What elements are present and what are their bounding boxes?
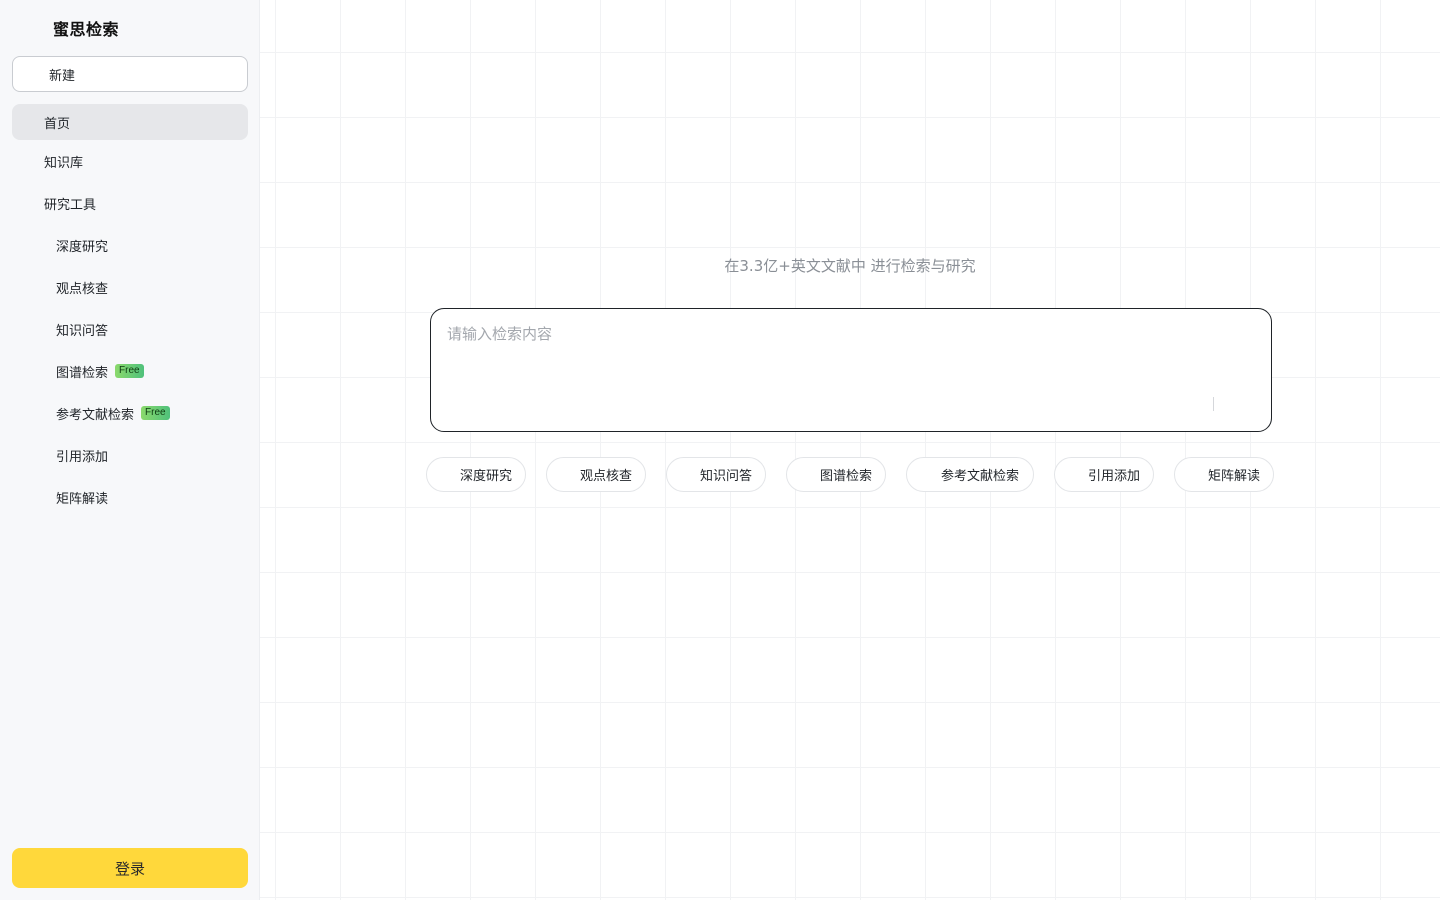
- chip-deep-research[interactable]: 深度研究: [426, 457, 526, 492]
- sidebar-item-label: 观点核查: [56, 281, 109, 297]
- brand-title: 蜜思检索: [53, 20, 120, 39]
- sidebar-item-citation-add[interactable]: 引用添加: [12, 437, 248, 473]
- sidebar-item-knowledge-base[interactable]: 知识库: [12, 143, 248, 179]
- sidebar-item-knowledge-qa[interactable]: 知识问答: [12, 311, 248, 347]
- sidebar-item-label: 参考文献检索: [56, 407, 135, 423]
- free-badge: Free: [141, 406, 170, 420]
- sidebar-item-reference-search[interactable]: 参考文献检索 Free: [12, 395, 248, 431]
- sidebar-item-label: 首页: [44, 116, 71, 132]
- sidebar-item-label: 知识问答: [56, 323, 109, 339]
- sidebar-item-deep-research[interactable]: 深度研究: [12, 227, 248, 263]
- sidebar-item-label: 图谱检索: [56, 365, 109, 381]
- new-button[interactable]: 新建: [12, 56, 248, 92]
- page-subtitle: 在3.3亿+英文文献中 进行检索与研究: [724, 257, 976, 275]
- sidebar-item-label: 引用添加: [56, 449, 109, 465]
- free-badge: Free: [115, 364, 144, 378]
- sidebar-item-label: 研究工具: [44, 197, 97, 213]
- main-area: 在3.3亿+英文文献中 进行检索与研究 深度研究 观点核查 知识问答 图谱检索 …: [260, 0, 1440, 900]
- sidebar-item-label: 知识库: [44, 155, 84, 171]
- sidebar: 蜜思检索 新建 首页 知识库 研究工具 深度研究 观点核查 知识问答 图谱检索 …: [0, 0, 260, 900]
- chip-reference-search[interactable]: 参考文献检索: [906, 457, 1034, 492]
- sidebar-item-graph-search[interactable]: 图谱检索 Free: [12, 353, 248, 389]
- sidebar-item-research-tools[interactable]: 研究工具: [12, 185, 248, 221]
- login-button[interactable]: 登录: [12, 848, 248, 888]
- sidebar-item-home[interactable]: 首页: [12, 104, 248, 140]
- sidebar-item-label: 深度研究: [56, 239, 109, 255]
- chip-matrix-reading[interactable]: 矩阵解读: [1174, 457, 1274, 492]
- sidebar-item-label: 矩阵解读: [56, 491, 109, 507]
- chip-knowledge-qa[interactable]: 知识问答: [666, 457, 766, 492]
- app-root: 蜜思检索 新建 首页 知识库 研究工具 深度研究 观点核查 知识问答 图谱检索 …: [0, 0, 1440, 900]
- chip-graph-search[interactable]: 图谱检索: [786, 457, 886, 492]
- search-box: [430, 308, 1272, 432]
- search-input[interactable]: [447, 323, 1247, 413]
- text-cursor: [1213, 397, 1214, 411]
- chip-claim-check[interactable]: 观点核查: [546, 457, 646, 492]
- sidebar-item-claim-check[interactable]: 观点核查: [12, 269, 248, 305]
- chip-citation-add[interactable]: 引用添加: [1054, 457, 1154, 492]
- sidebar-item-matrix-reading[interactable]: 矩阵解读: [12, 479, 248, 515]
